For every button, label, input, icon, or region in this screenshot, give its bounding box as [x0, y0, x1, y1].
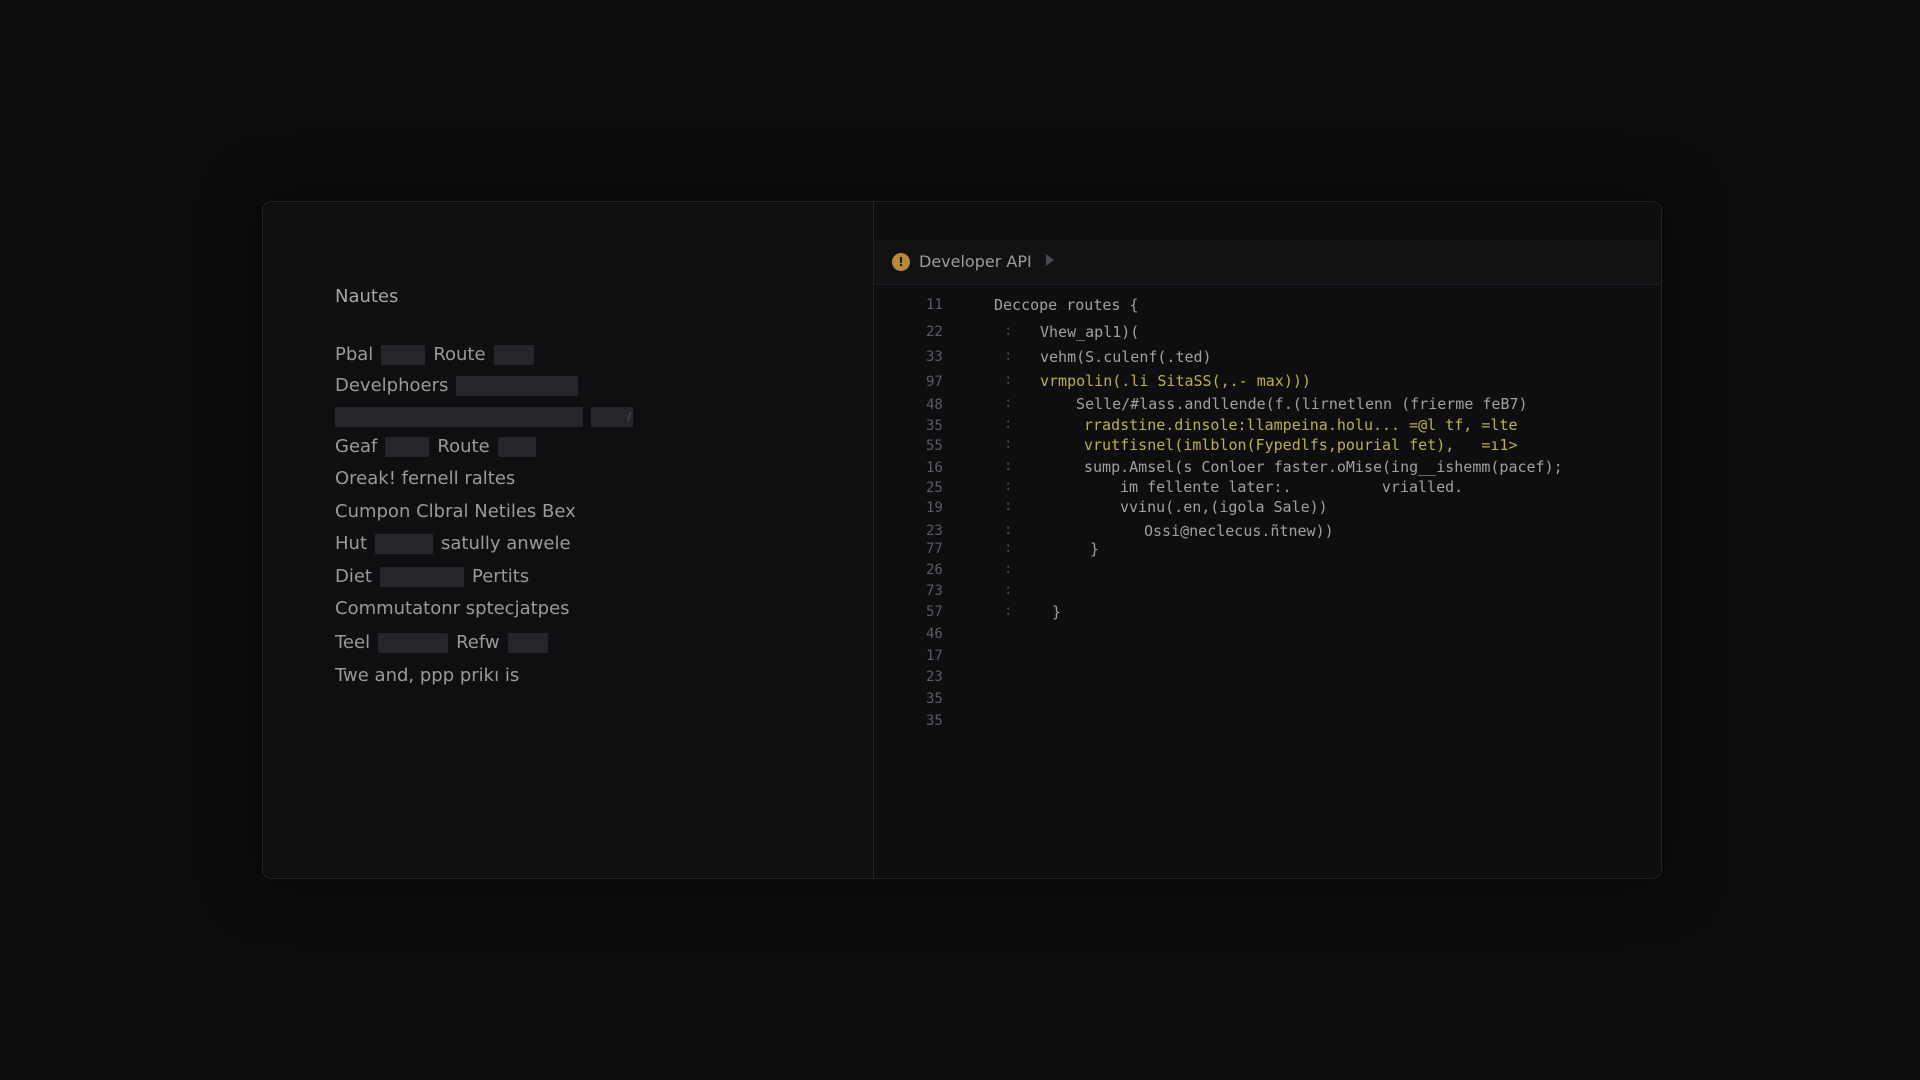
line-number: 35 — [926, 691, 943, 707]
indent-guide: : — [1004, 395, 1013, 411]
route-text: Route — [437, 436, 490, 457]
line-number: 77 — [926, 541, 943, 557]
route-text: Refw — [456, 632, 500, 653]
route-text: Pbal — [335, 344, 374, 365]
indent-guide: : — [1004, 436, 1013, 452]
route-list-item[interactable]: Commutatonr sptecjatpes — [335, 596, 570, 622]
route-text: Oreak! fernell raltes — [335, 468, 516, 489]
line-number: 23 — [926, 669, 943, 685]
redacted-field — [507, 633, 548, 653]
code-line[interactable]: Deccope routes { — [994, 296, 1139, 314]
redacted-field — [385, 437, 430, 457]
routes-panel: Nautes Pbal Route Develphoers / Geaf Route Ore… — [263, 202, 874, 878]
redacted-field — [378, 633, 449, 653]
line-number: 35 — [926, 418, 943, 434]
code-line[interactable]: vehm(S.culenf(.ted) — [1040, 348, 1212, 366]
editor-tab-bar: ! Developer API — [874, 240, 1661, 285]
route-list-item[interactable]: Oreak! fernell raltes — [335, 466, 515, 492]
line-number: 25 — [926, 480, 943, 496]
line-number: 11 — [926, 297, 943, 313]
code-line[interactable]: rradstine.dinsole:llampeina.holu... =@l … — [1084, 416, 1517, 434]
route-list-item[interactable]: Geaf Route — [335, 434, 536, 460]
code-line[interactable]: } — [1052, 603, 1061, 621]
indent-guide: : — [1004, 498, 1013, 514]
indent-guide: : — [1004, 582, 1013, 598]
line-number: 55 — [926, 438, 943, 454]
code-line[interactable]: vvinu(.en,(igola Sale)) — [1120, 498, 1328, 516]
indent-guide: : — [1004, 540, 1013, 556]
indent-guide: : — [1004, 348, 1013, 364]
code-line[interactable]: Ossi@neclecus.ñtnew)) — [1144, 522, 1334, 540]
app-window: Nautes Pbal Route Develphoers / Geaf Route Ore… — [262, 201, 1662, 879]
line-number: 22 — [926, 324, 943, 340]
route-list-item[interactable]: Hut satully anwele — [335, 531, 571, 557]
line-number: 73 — [926, 583, 943, 599]
route-list-item[interactable]: Develphoers — [335, 373, 579, 399]
indent-guide: : — [1004, 323, 1013, 339]
route-list-item[interactable]: Cumpon Clbral Netiles Bex — [335, 499, 576, 525]
redacted-field — [380, 567, 464, 587]
warning-icon: ! — [892, 253, 910, 271]
route-text: Twe and, ppp prikı is — [335, 665, 520, 686]
line-number: 57 — [926, 604, 943, 620]
line-number: 46 — [926, 626, 943, 642]
indent-guide: : — [1004, 561, 1013, 577]
indent-guide: : — [1004, 478, 1013, 494]
code-line[interactable]: vrutfisnel(imlblon(Fypedlfs,pourial fet)… — [1084, 436, 1517, 454]
indent-guide: : — [1004, 416, 1013, 432]
line-number: 17 — [926, 648, 943, 664]
indent-guide: : — [1004, 603, 1013, 619]
code-line[interactable]: Selle/#lass.andllende(f.(lirnetlenn (fri… — [1076, 395, 1528, 413]
indent-guide: : — [1004, 522, 1013, 538]
line-number: 48 — [926, 397, 943, 413]
route-text: Develphoers — [335, 375, 449, 396]
redacted-field — [375, 534, 434, 554]
route-text: Diet — [335, 566, 372, 587]
route-text: Hut — [335, 533, 368, 554]
route-text: Teel — [335, 632, 371, 653]
route-list-item[interactable]: / — [335, 404, 633, 430]
line-number: 23 — [926, 523, 943, 539]
tab-label: Developer API — [919, 252, 1032, 271]
indent-guide: : — [1004, 458, 1013, 474]
route-text: Commutatonr sptecjatpes — [335, 598, 570, 619]
code-line[interactable]: vrmpolin(.li SitaSS(,.- max))) — [1040, 372, 1311, 390]
line-number: 19 — [926, 500, 943, 516]
redacted-field — [497, 437, 536, 457]
panel-title: Nautes — [335, 286, 399, 307]
chevron-right-icon[interactable] — [1046, 254, 1054, 266]
code-line[interactable]: im fellente later:. vrialled. — [1120, 478, 1463, 496]
route-text: satully anwele — [441, 533, 571, 554]
line-number: 33 — [926, 349, 943, 365]
route-list-item[interactable]: Pbal Route — [335, 342, 534, 368]
redacted-field: / — [591, 407, 633, 427]
code-line[interactable]: Vhew_apl1)( — [1040, 323, 1139, 341]
line-number: 97 — [926, 374, 943, 390]
route-text: Pertits — [472, 566, 530, 587]
redacted-field — [381, 345, 426, 365]
route-text: Cumpon Clbral Netiles Bex — [335, 501, 576, 522]
route-list-item[interactable]: Twe and, ppp prikı is — [335, 663, 519, 689]
redacted-field — [456, 376, 579, 396]
indent-guide: : — [1004, 372, 1013, 388]
route-text: Route — [433, 344, 486, 365]
line-number: 26 — [926, 562, 943, 578]
line-number: 16 — [926, 460, 943, 476]
code-line[interactable]: sump.Amsel(s Conloer faster.oMise(ing__i… — [1084, 458, 1563, 476]
line-number: 35 — [926, 713, 943, 729]
route-text: Geaf — [335, 436, 378, 457]
redacted-field — [493, 345, 534, 365]
redacted-field — [335, 407, 583, 427]
route-list-item[interactable]: Diet Pertits — [335, 564, 529, 590]
code-editor: ! Developer API 11 22 33 97 48 35 55 16 25 19 23 77… — [874, 202, 1661, 878]
route-list-item[interactable]: Teel Refw — [335, 630, 548, 656]
code-line[interactable]: } — [1090, 540, 1099, 558]
